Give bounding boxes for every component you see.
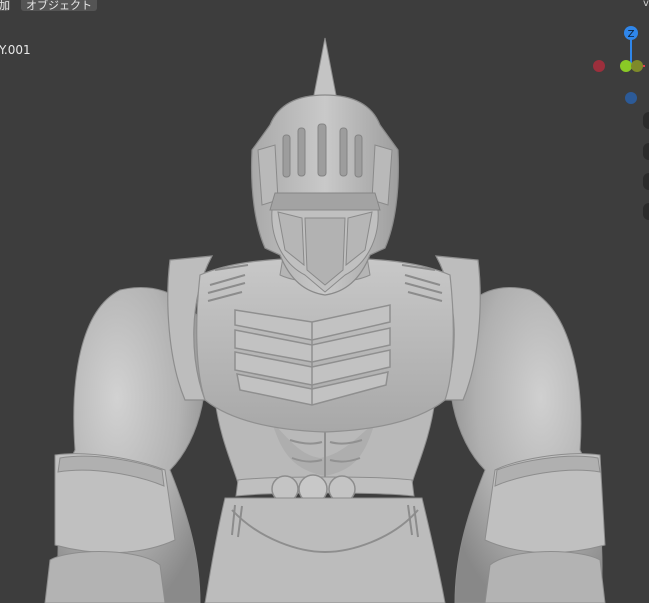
3d-viewport[interactable]: 加 オブジェクト Y.001 v Z — [0, 0, 649, 603]
pan-icon[interactable] — [643, 143, 649, 160]
neg-x-axis-handle[interactable] — [593, 60, 605, 72]
object-menu[interactable]: オブジェクト — [21, 0, 97, 11]
y-axis-handle[interactable] — [620, 60, 632, 72]
armored-character-model — [44, 37, 606, 603]
navigation-gizmo[interactable]: Z — [585, 20, 649, 115]
zoom-icon[interactable] — [643, 112, 649, 129]
chevron-down-icon[interactable]: v — [643, 0, 649, 9]
neg-y-axis-handle[interactable] — [631, 60, 643, 72]
camera-icon[interactable] — [643, 173, 649, 190]
neg-z-axis-handle[interactable] — [625, 92, 637, 104]
ortho-toggle-icon[interactable] — [643, 203, 649, 220]
add-menu[interactable]: 加 — [0, 0, 10, 11]
z-axis-label: Z — [628, 29, 635, 40]
active-object-name: Y.001 — [0, 43, 31, 57]
